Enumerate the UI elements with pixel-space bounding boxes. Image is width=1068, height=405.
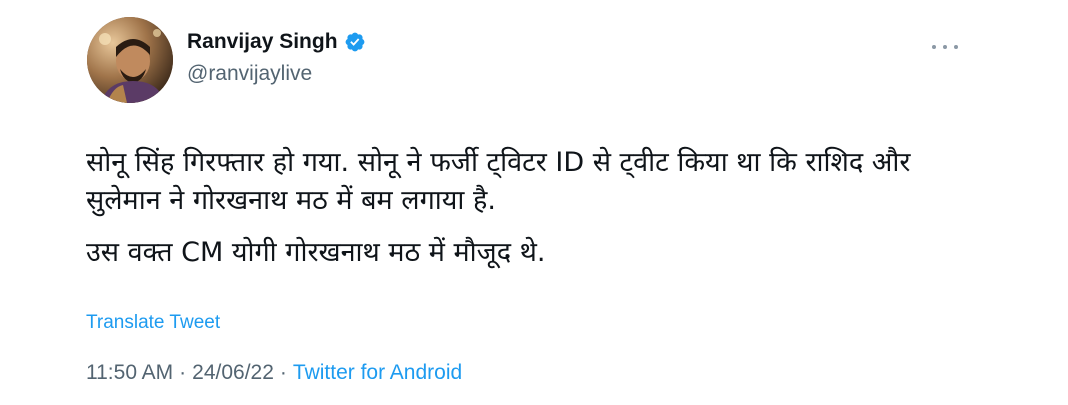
tweet-paragraph: उस वक्त CM योगी गोरखनाथ मठ में मौजूद थे. [86,237,546,268]
verified-badge-icon [344,31,366,53]
tweet-source-link[interactable]: Twitter for Android [293,361,462,385]
author-handle[interactable]: @ranvijaylive [187,62,312,86]
author-name-row[interactable]: Ranvijay Singh [187,30,366,54]
more-options-icon[interactable] [932,38,958,56]
author-display-name[interactable]: Ranvijay Singh [187,30,338,54]
meta-separator: · [279,361,287,384]
tweet-text: सोनू सिंह गिरफ्तार हो गया. सोनू ने फर्जी… [86,144,986,286]
avatar[interactable] [87,17,173,103]
meta-separator: · [179,361,187,384]
tweet-time[interactable]: 11:50 AM [86,361,173,385]
tweet-date[interactable]: 24/06/22 [192,361,274,385]
tweet-paragraph: सोनू सिंह गिरफ्तार हो गया. सोनू ने फर्जी… [86,147,911,216]
tweet-meta: 11:50 AM · 24/06/22 · Twitter for Androi… [86,361,462,385]
tweet-card: Ranvijay Singh @ranvijaylive सोनू सिंह ग… [0,0,1068,405]
translate-tweet-link[interactable]: Translate Tweet [86,312,220,334]
